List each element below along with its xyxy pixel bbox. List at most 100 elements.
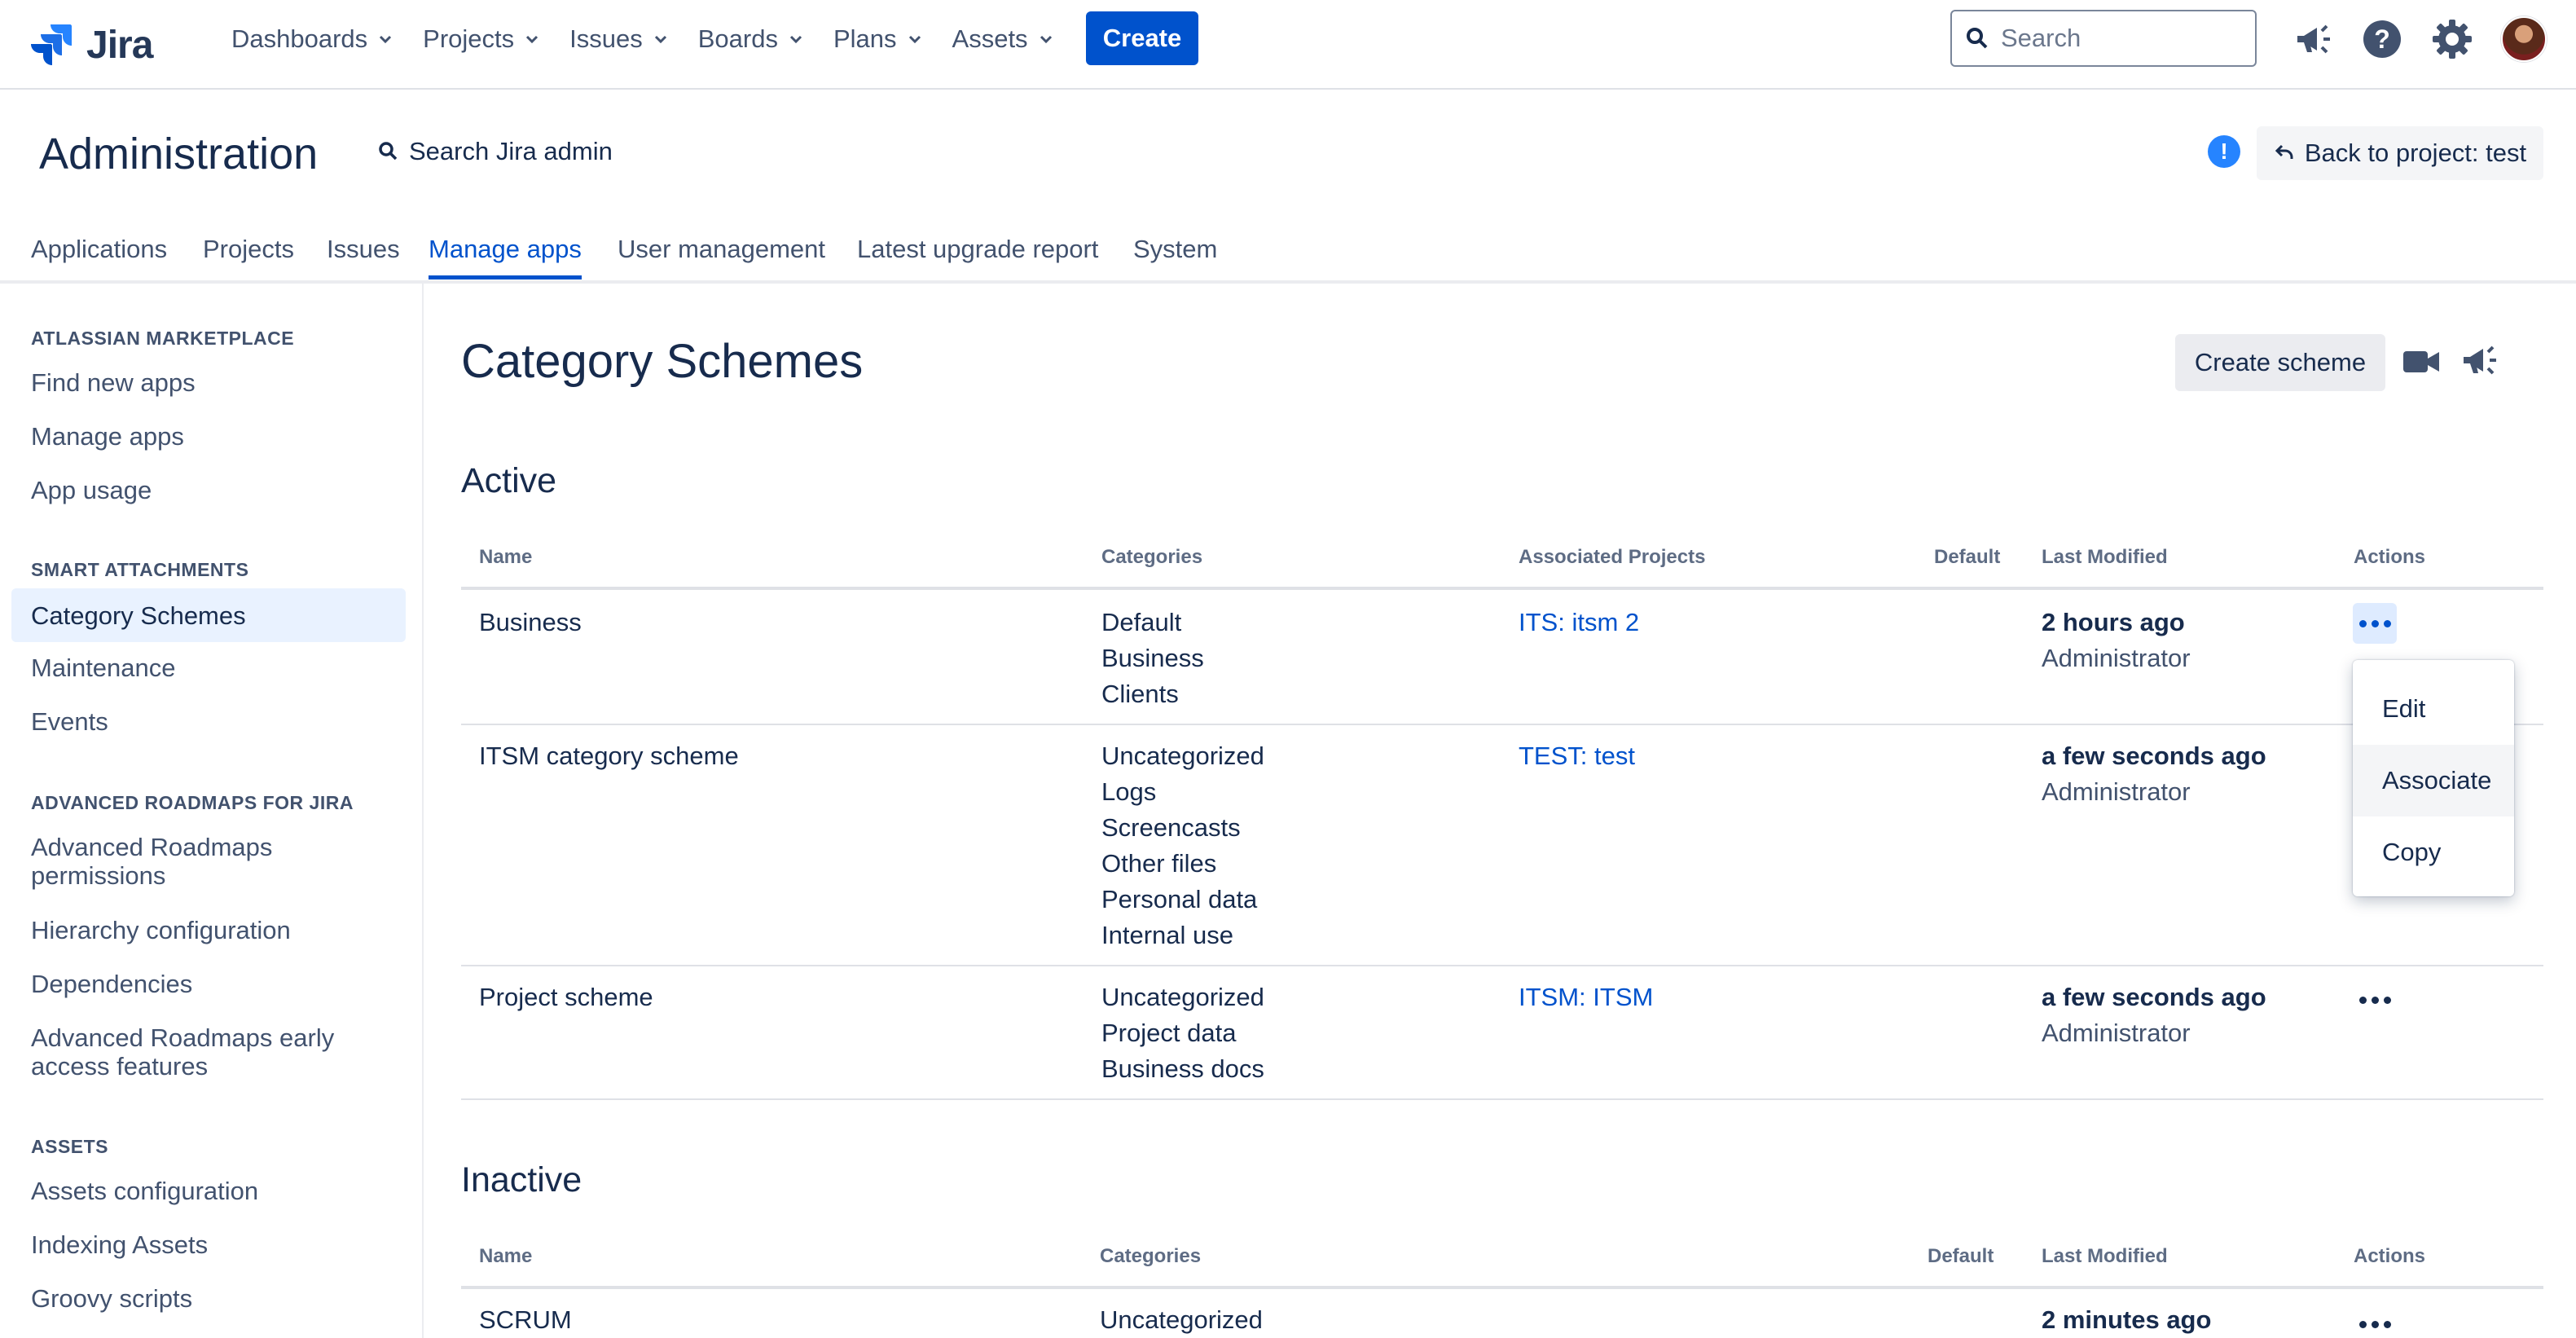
admin-tabs: Applications Projects Issues Manage apps… <box>0 218 2576 284</box>
nav-label: Plans <box>833 24 897 53</box>
menu-item-edit[interactable]: Edit <box>2353 673 2514 745</box>
settings-icon[interactable] <box>2429 16 2475 62</box>
top-navigation: Jira Dashboards Projects Issues Boards P… <box>0 0 2576 90</box>
megaphone-icon[interactable] <box>2289 16 2335 62</box>
info-icon[interactable]: ! <box>2208 135 2240 168</box>
sidebar-item-app-usage[interactable]: App usage <box>31 476 389 504</box>
associated-project-link[interactable]: TEST: test <box>1519 738 1635 774</box>
category-item: Uncategorized <box>1101 742 1264 770</box>
nav-label: Dashboards <box>231 24 368 53</box>
nav-boards[interactable]: Boards <box>698 24 806 54</box>
category-item: Default <box>1101 608 1182 636</box>
row-divider <box>461 965 2543 966</box>
more-actions-button[interactable] <box>2353 1304 2397 1338</box>
column-header-associated-projects: Associated Projects <box>1519 546 1706 568</box>
create-button[interactable]: Create <box>1086 11 1198 65</box>
chevron-down-icon <box>654 35 666 44</box>
help-icon[interactable]: ? <box>2359 16 2405 62</box>
sidebar-item-hierarchy-configuration[interactable]: Hierarchy configuration <box>31 916 389 944</box>
nav-dashboards[interactable]: Dashboards <box>231 24 395 54</box>
sidebar-heading: ADVANCED ROADMAPS FOR JIRA <box>31 792 354 813</box>
last-modified-by: Administrator <box>2042 1019 2191 1047</box>
scheme-name: SCRUM <box>479 1305 572 1334</box>
more-actions-button[interactable] <box>2353 979 2397 1020</box>
sidebar-item-early-access-features[interactable]: Advanced Roadmaps early access features <box>31 1023 389 1081</box>
global-search[interactable] <box>1950 10 2257 67</box>
table-header-divider <box>461 587 2543 590</box>
associated-project-link[interactable]: ITS: itsm 2 <box>1519 605 1639 640</box>
sidebar-item-advanced-roadmaps-permissions[interactable]: Advanced Roadmaps permissions <box>31 833 389 890</box>
nav-assets[interactable]: Assets <box>952 24 1056 54</box>
tab-system[interactable]: System <box>1133 235 1217 275</box>
column-header-name: Name <box>479 1245 533 1267</box>
column-header-default: Default <box>1928 1245 1994 1267</box>
row-divider <box>461 724 2543 725</box>
category-item: Clients <box>1101 680 1179 708</box>
sidebar-item-maintenance[interactable]: Maintenance <box>31 654 389 682</box>
tab-manage-apps[interactable]: Manage apps <box>429 235 582 279</box>
admin-sidebar: ATLASSIAN MARKETPLACE Find new apps Mana… <box>0 284 424 1338</box>
nav-projects[interactable]: Projects <box>423 24 542 54</box>
column-header-default: Default <box>1934 546 2001 568</box>
column-header-last-modified: Last Modified <box>2042 1245 2168 1267</box>
sidebar-item-events[interactable]: Events <box>31 707 389 736</box>
sidebar-item-find-new-apps[interactable]: Find new apps <box>31 368 389 397</box>
column-header-name: Name <box>479 546 533 568</box>
sidebar-item-assets-configuration[interactable]: Assets configuration <box>31 1177 389 1205</box>
nav-label: Boards <box>697 24 778 53</box>
more-actions-button[interactable] <box>2353 603 2397 644</box>
nav-plans[interactable]: Plans <box>833 24 925 54</box>
video-icon[interactable] <box>2398 339 2444 385</box>
tab-applications[interactable]: Applications <box>31 235 167 275</box>
menu-item-associate[interactable]: Associate <box>2353 745 2514 816</box>
megaphone-icon[interactable] <box>2455 337 2501 383</box>
column-header-last-modified: Last Modified <box>2042 546 2168 568</box>
associated-project-link[interactable]: ITSM: ITSM <box>1519 979 1653 1015</box>
create-scheme-button[interactable]: Create scheme <box>2175 334 2385 391</box>
tab-user-management[interactable]: User management <box>618 235 825 275</box>
tab-issues[interactable]: Issues <box>327 235 400 275</box>
sidebar-item-category-schemes[interactable]: Category Schemes <box>11 588 406 642</box>
nav-issues[interactable]: Issues <box>569 24 670 54</box>
category-item: Uncategorized <box>1100 1305 1263 1334</box>
tab-latest-upgrade-report[interactable]: Latest upgrade report <box>857 235 1098 275</box>
nav-label: Assets <box>952 24 1028 53</box>
search-icon <box>1967 28 1988 49</box>
column-header-categories: Categories <box>1100 1245 1202 1267</box>
sidebar-item-indexing-assets[interactable]: Indexing Assets <box>31 1230 389 1259</box>
sidebar-heading: ATLASSIAN MARKETPLACE <box>31 328 295 349</box>
category-item: Screencasts <box>1101 813 1241 842</box>
svg-text:?: ? <box>2374 24 2390 54</box>
menu-item-copy[interactable]: Copy <box>2353 816 2514 888</box>
jira-logo[interactable]: Jira <box>29 16 153 73</box>
back-to-project-label: Back to project: test <box>2304 139 2527 167</box>
last-modified-time: a few seconds ago <box>2042 742 2266 770</box>
table-header-divider <box>461 1286 2543 1289</box>
actions-dropdown-menu: Edit Associate Copy <box>2353 660 2514 896</box>
category-item: Internal use <box>1101 921 1233 949</box>
category-item: Project data <box>1101 1019 1237 1047</box>
app-name: Jira <box>86 23 153 67</box>
back-to-project-button[interactable]: Back to project: test <box>2257 126 2543 180</box>
last-modified-time: a few seconds ago <box>2042 983 2266 1011</box>
sidebar-item-groovy-scripts[interactable]: Groovy scripts <box>31 1284 389 1313</box>
sidebar-heading: ASSETS <box>31 1136 109 1157</box>
chevron-down-icon <box>380 35 392 44</box>
search-jira-admin[interactable]: Search Jira admin <box>378 137 613 166</box>
nav-label: Issues <box>569 24 643 53</box>
sidebar-item-dependencies[interactable]: Dependencies <box>31 970 389 998</box>
page-title: Category Schemes <box>461 335 864 388</box>
last-modified-by: Administrator <box>2042 777 2191 806</box>
search-input[interactable] <box>2001 24 2245 53</box>
tab-projects[interactable]: Projects <box>203 235 294 275</box>
category-item: Other files <box>1101 849 1217 878</box>
scheme-name: Business <box>479 608 582 636</box>
chevron-down-icon <box>526 35 538 44</box>
search-jira-admin-label: Search Jira admin <box>409 137 613 165</box>
avatar[interactable] <box>2501 16 2547 62</box>
last-modified-by: Administrator <box>2042 644 2191 672</box>
sidebar-item-manage-apps[interactable]: Manage apps <box>31 422 389 451</box>
search-icon <box>379 142 398 161</box>
column-header-actions: Actions <box>2354 1245 2426 1267</box>
section-title-inactive: Inactive <box>461 1160 582 1199</box>
